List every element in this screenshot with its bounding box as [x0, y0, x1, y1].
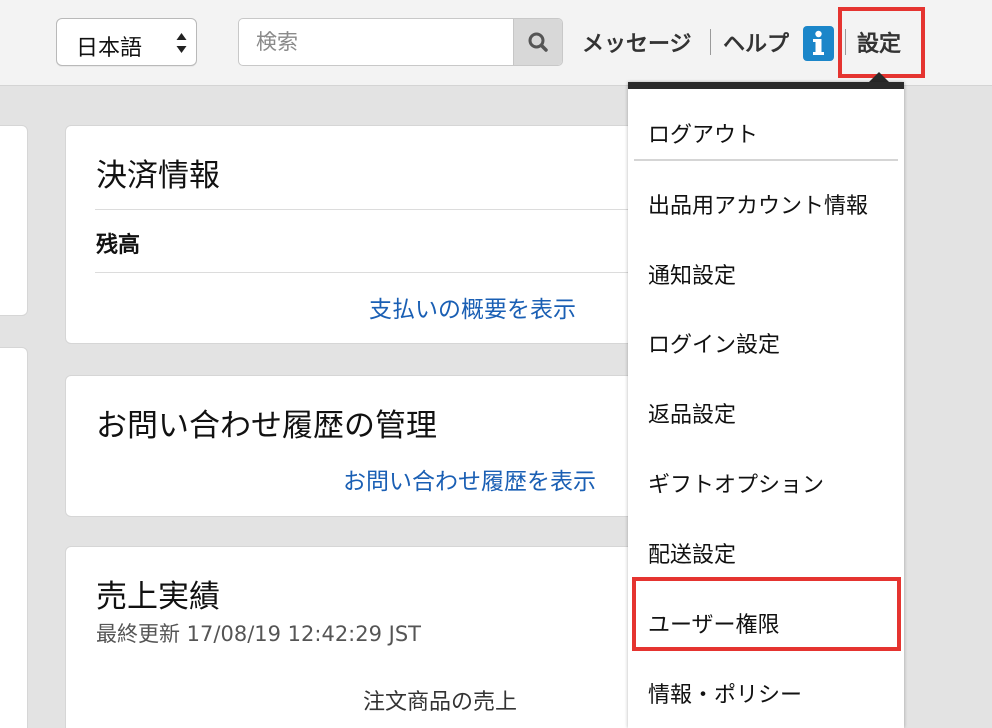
menu-item-notification-settings[interactable]: 通知設定: [648, 258, 736, 290]
divider: [95, 209, 664, 210]
inquiry-history-card: お問い合わせ履歴の管理 お問い合わせ履歴を表示: [65, 375, 665, 517]
menu-item-login-settings[interactable]: ログイン設定: [648, 327, 780, 359]
info-icon[interactable]: [803, 26, 834, 61]
menu-item-gift-options[interactable]: ギフトオプション: [648, 467, 824, 499]
menu-item-shipping-settings[interactable]: 配送設定: [648, 537, 736, 569]
nav-separator: [710, 29, 711, 55]
menu-item-info-policies[interactable]: 情報・ポリシー: [648, 677, 802, 709]
view-inquiry-history-link[interactable]: お問い合わせ履歴を表示: [343, 462, 596, 496]
search-box: [238, 18, 563, 66]
menu-item-logout[interactable]: ログアウト: [648, 117, 758, 149]
balance-label: 残高: [96, 233, 141, 258]
sales-performance-card: 売上実績 最終更新 17/08/19 12:42:29 JST 注文商品の売上: [65, 546, 665, 728]
payment-info-title: 決済情報: [96, 158, 220, 194]
sales-title: 売上実績: [96, 579, 220, 615]
search-icon: [528, 32, 548, 52]
view-payment-summary-link[interactable]: 支払いの概要を表示: [369, 290, 576, 324]
menu-item-seller-account-info[interactable]: 出品用アカウント情報: [648, 188, 868, 220]
language-select-value: 日本語: [76, 36, 143, 61]
language-select[interactable]: 日本語: [56, 18, 197, 66]
ordered-sales-label: 注文商品の売上: [363, 690, 518, 715]
last-updated-text: 最終更新 17/08/19 12:42:29 JST: [96, 622, 422, 646]
search-input[interactable]: [239, 19, 515, 65]
search-button[interactable]: [513, 19, 562, 65]
settings-highlight-box: [838, 7, 925, 78]
divider: [95, 272, 664, 273]
help-link[interactable]: ヘルプ: [723, 26, 789, 58]
payment-info-card: 決済情報 残高 支払いの概要を表示: [65, 125, 665, 344]
menu-item-return-settings[interactable]: 返品設定: [648, 397, 736, 429]
user-permissions-highlight-box: [632, 577, 901, 651]
menu-divider: [634, 159, 898, 161]
select-arrows-icon: [176, 33, 187, 53]
messages-link[interactable]: メッセージ: [582, 26, 692, 58]
side-card: [0, 347, 28, 728]
inquiry-history-title: お問い合わせ履歴の管理: [96, 408, 437, 444]
side-card: [0, 125, 28, 316]
